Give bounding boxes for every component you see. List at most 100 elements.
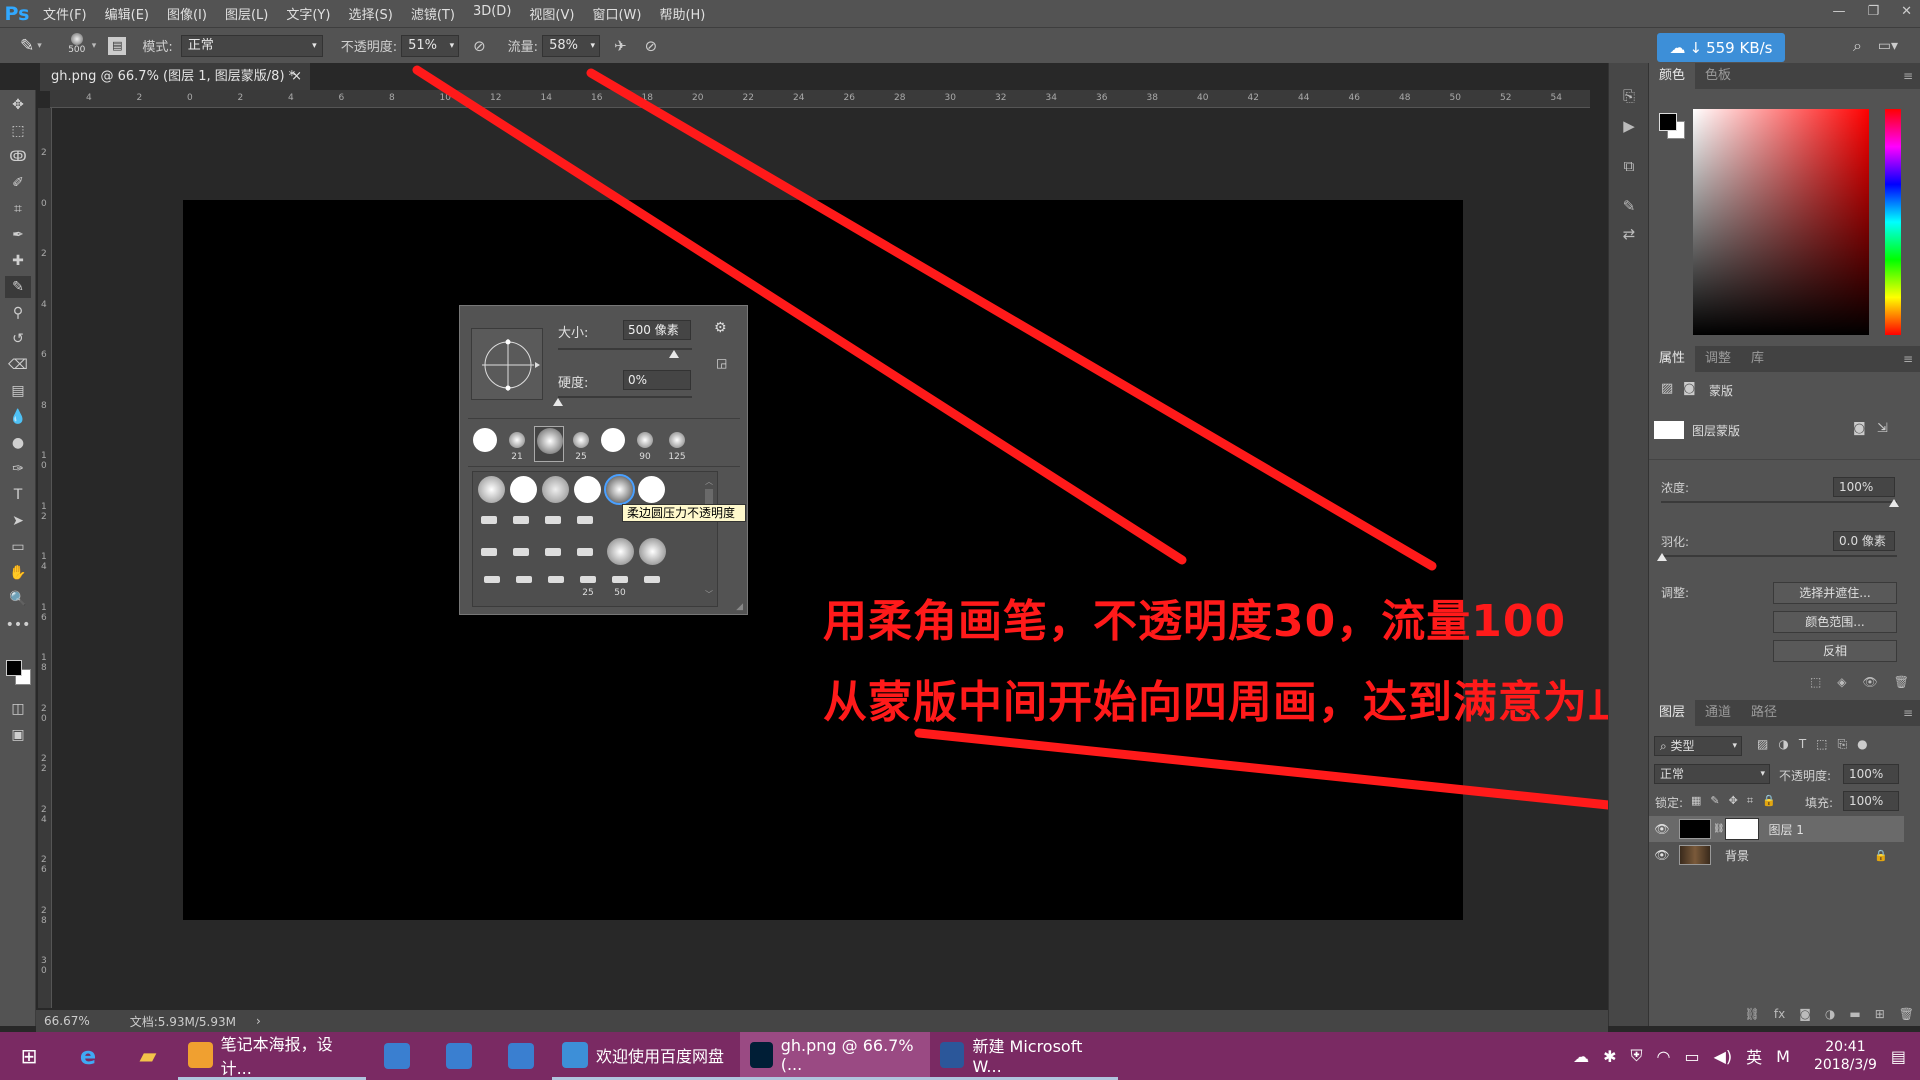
hardness-field[interactable]: 0%: [623, 370, 691, 390]
marquee-tool-icon[interactable]: ⬚: [5, 120, 31, 142]
screen-mode-icon[interactable]: ▣: [5, 724, 31, 746]
brush-preset[interactable]: [513, 516, 529, 524]
menu-item[interactable]: 文件(F): [34, 4, 96, 23]
menu-item[interactable]: 编辑(E): [96, 4, 158, 23]
brush-tip-preview[interactable]: [471, 328, 543, 400]
type-filter-icon[interactable]: T: [1799, 737, 1806, 752]
vector-mask-icon[interactable]: ◙: [1683, 381, 1696, 396]
panel-menu-icon[interactable]: ≡: [1903, 69, 1913, 83]
brush-preset[interactable]: [545, 548, 561, 556]
type-tool-icon[interactable]: T: [5, 484, 31, 506]
brush-preset[interactable]: [639, 538, 666, 565]
feather-field[interactable]: 0.0 像素: [1833, 531, 1895, 551]
close-icon[interactable]: ✕: [1901, 0, 1912, 23]
scroll-down-icon[interactable]: ﹀: [704, 589, 714, 600]
document-canvas[interactable]: [183, 200, 1463, 920]
tab-channels[interactable]: 通道: [1695, 700, 1741, 726]
quick-mask-icon[interactable]: ◫: [5, 698, 31, 720]
ime-mode[interactable]: M: [1776, 1047, 1790, 1066]
link-layers-icon[interactable]: ⛓: [1745, 1007, 1760, 1021]
path-select-tool-icon[interactable]: ➤: [5, 510, 31, 532]
tool-preset-chevron-icon[interactable]: ▾: [37, 41, 42, 51]
recent-brush[interactable]: 25: [566, 426, 596, 462]
clone-stamp-tool-icon[interactable]: ⚲: [5, 302, 31, 324]
network-icon[interactable]: ◠: [1657, 1047, 1671, 1066]
lock-position-icon[interactable]: ✥: [1729, 794, 1738, 808]
opacity-field[interactable]: 51% ▾: [401, 34, 460, 57]
tab-adjustments[interactable]: 调整: [1695, 346, 1741, 372]
taskbar-app-button[interactable]: 欢迎使用百度网盘: [552, 1032, 740, 1080]
quick-select-tool-icon[interactable]: ✐: [5, 172, 31, 194]
flow-field[interactable]: 58% ▾: [542, 34, 601, 57]
clone-source-icon[interactable]: ⧉: [1619, 157, 1639, 177]
clock[interactable]: 20:41 2018/3/9: [1814, 1038, 1877, 1074]
lock-artboard-icon[interactable]: ⌗: [1747, 794, 1753, 808]
adjustment-filter-icon[interactable]: ◑: [1778, 737, 1788, 752]
brush-preset[interactable]: [478, 572, 506, 602]
blend-mode-select[interactable]: 正常 ▾: [1654, 764, 1770, 784]
new-preset-icon[interactable]: ◲: [716, 356, 727, 370]
tab-libraries[interactable]: 库: [1741, 346, 1774, 372]
brush-preset[interactable]: [638, 476, 665, 503]
scroll-up-icon[interactable]: ︿: [704, 476, 714, 487]
brush-preset[interactable]: [577, 516, 593, 524]
brush-tool-icon[interactable]: ✎: [20, 36, 34, 56]
gear-icon[interactable]: ⚙: [714, 320, 727, 336]
panel-menu-icon[interactable]: ≡: [1903, 352, 1913, 366]
brush-size-field[interactable]: 500 像素: [623, 320, 691, 340]
menu-item[interactable]: 图层(L): [216, 4, 277, 23]
brush-preset[interactable]: [638, 572, 666, 602]
visibility-icon[interactable]: 👁: [1863, 675, 1878, 689]
tab-properties[interactable]: 属性: [1649, 346, 1696, 372]
edge-browser-button[interactable]: e: [58, 1032, 118, 1080]
fx-icon[interactable]: fx: [1774, 1007, 1785, 1021]
apply-mask-icon[interactable]: ⇲: [1877, 421, 1888, 436]
hand-tool-icon[interactable]: ✋: [5, 562, 31, 584]
trash-icon[interactable]: 🗑: [1894, 675, 1909, 689]
brush-preset[interactable]: [542, 572, 570, 602]
density-field[interactable]: 100%: [1833, 477, 1895, 497]
crop-tool-icon[interactable]: ⌗: [5, 198, 31, 220]
shape-filter-icon[interactable]: ⬚: [1816, 737, 1827, 752]
taskbar-app-button[interactable]: gh.png @ 66.7% (...: [740, 1032, 930, 1080]
recent-brush[interactable]: [534, 426, 564, 462]
invert-button[interactable]: 反相: [1773, 640, 1897, 662]
brush-preset[interactable]: [542, 476, 569, 503]
feather-slider[interactable]: [1661, 555, 1897, 557]
foreground-color-swatch[interactable]: [6, 660, 22, 676]
zoom-level[interactable]: 66.67%: [44, 1014, 90, 1028]
density-slider[interactable]: [1661, 501, 1897, 503]
link-icon[interactable]: ⛓: [1713, 824, 1724, 834]
brush-preset[interactable]: [574, 476, 601, 503]
density-slider-thumb[interactable]: [1889, 499, 1899, 507]
load-selection-icon[interactable]: ⬚: [1810, 675, 1821, 689]
blur-tool-icon[interactable]: 💧: [5, 406, 31, 428]
bluetooth-icon[interactable]: ✱: [1603, 1047, 1616, 1066]
pinned-app-3-button[interactable]: [490, 1032, 552, 1080]
file-explorer-button[interactable]: ▰: [118, 1032, 178, 1080]
tab-swatches[interactable]: 色板: [1695, 63, 1741, 89]
visibility-eye-icon[interactable]: 👁: [1649, 822, 1675, 836]
brush-settings-icon[interactable]: ✎: [1619, 197, 1639, 217]
adjustments-icon[interactable]: ⇄: [1619, 225, 1639, 245]
lock-pixels-icon[interactable]: ▦: [1691, 794, 1701, 808]
taskbar-app-button[interactable]: 新建 Microsoft W...: [930, 1032, 1118, 1080]
tab-layers[interactable]: 图层: [1649, 700, 1696, 726]
net-speed-widget[interactable]: ☁ ↓ 559 KB/s: [1657, 33, 1785, 62]
brush-preset[interactable]: [545, 516, 561, 524]
menu-item[interactable]: 选择(S): [339, 4, 401, 23]
search-icon[interactable]: ⌕: [1853, 36, 1862, 56]
size-slider-thumb[interactable]: [669, 350, 679, 358]
brush-preset[interactable]: [481, 516, 497, 524]
recent-brush[interactable]: 90: [630, 426, 660, 462]
fg-color-chip[interactable]: [1659, 113, 1677, 131]
shield-icon[interactable]: ⛨: [1631, 1046, 1643, 1066]
brush-preset[interactable]: 25: [574, 572, 602, 602]
hue-slider[interactable]: [1885, 109, 1901, 335]
grid-scrollbar[interactable]: ︿ ﹀: [704, 476, 714, 600]
layer-name[interactable]: 图层 1: [1768, 821, 1803, 838]
lasso-tool-icon[interactable]: ↂ: [5, 146, 31, 168]
new-group-icon[interactable]: ▬: [1849, 1007, 1860, 1021]
layer-opacity-field[interactable]: 100%: [1843, 764, 1899, 784]
layer-filter-select[interactable]: ⌕ 类型 ▾: [1654, 736, 1742, 756]
